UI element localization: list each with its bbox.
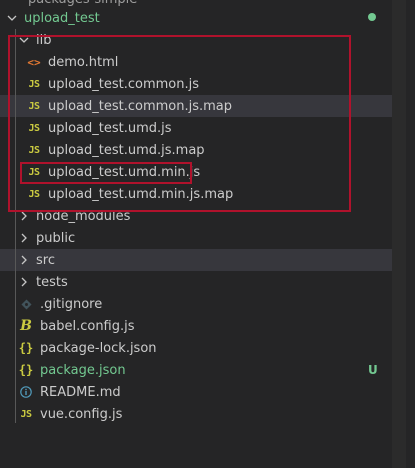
folder-public[interactable]: public bbox=[0, 227, 392, 249]
chevron-right-icon bbox=[18, 249, 30, 271]
annotation-box-umd-min bbox=[20, 162, 192, 184]
chevron-right-icon bbox=[18, 227, 30, 249]
file-label: vue.config.js bbox=[40, 406, 123, 422]
file-package-lock-json[interactable]: {} package-lock.json bbox=[0, 337, 392, 359]
file-babel-config-js[interactable]: B babel.config.js bbox=[0, 315, 392, 337]
partial-label: packages-simple bbox=[28, 0, 137, 7]
file-label: README.md bbox=[40, 384, 121, 400]
folder-tests[interactable]: tests bbox=[0, 271, 392, 293]
folder-label: tests bbox=[36, 274, 68, 290]
folder-label: public bbox=[36, 230, 76, 246]
file-gitignore[interactable]: .gitignore bbox=[0, 293, 392, 315]
file-vue-config-js[interactable]: JS vue.config.js bbox=[0, 403, 392, 425]
chevron-right-icon bbox=[18, 271, 30, 293]
modified-dot-icon bbox=[368, 13, 376, 21]
babel-icon: B bbox=[20, 318, 32, 334]
annotation-box-lib bbox=[8, 35, 351, 212]
folder-src[interactable]: src bbox=[0, 249, 392, 271]
untracked-badge: U bbox=[368, 363, 378, 377]
folder-label: src bbox=[36, 252, 55, 268]
git-icon bbox=[18, 293, 34, 315]
scrollbar[interactable] bbox=[392, 0, 406, 468]
file-label: package.json bbox=[40, 362, 126, 378]
file-label: .gitignore bbox=[40, 296, 103, 312]
js-icon: JS bbox=[20, 408, 32, 420]
project-root[interactable]: upload_test bbox=[0, 7, 392, 29]
chevron-down-icon bbox=[6, 7, 18, 29]
file-label: babel.config.js bbox=[40, 318, 135, 334]
file-package-json[interactable]: {} package.json bbox=[0, 359, 392, 381]
file-label: package-lock.json bbox=[40, 340, 157, 356]
json-icon: {} bbox=[18, 341, 34, 355]
info-icon bbox=[18, 381, 34, 403]
file-readme-md[interactable]: README.md bbox=[0, 381, 392, 403]
project-name: upload_test bbox=[24, 10, 100, 26]
json-icon: {} bbox=[18, 363, 34, 377]
